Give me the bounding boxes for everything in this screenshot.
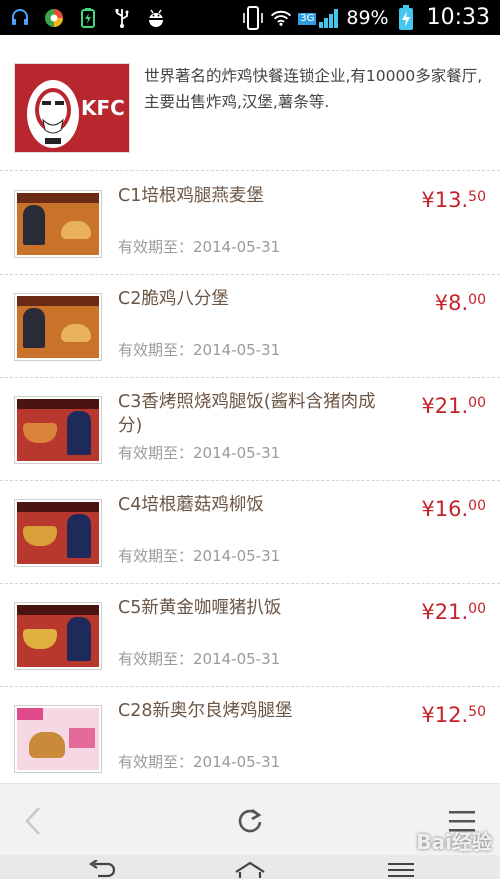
coupon-price: ¥8.00 [434, 291, 486, 315]
coupon-valid-date: 有效期至：2014-05-31 [118, 444, 281, 462]
coupon-valid-date: 有效期至：2014-05-31 [118, 238, 281, 256]
coupon-thumbnail [14, 396, 102, 464]
coupon-title: C3香烤照烧鸡腿饭(酱料含猪肉成分) [118, 392, 376, 436]
coupon-list: C1培根鸡腿燕麦堡 有效期至：2014-05-31 ¥13.50 C2脆鸡八分堡… [0, 172, 500, 790]
return-arrow-icon [89, 860, 116, 878]
coupon-title: C4培根蘑菇鸡柳饭 [118, 495, 264, 515]
store-header: KFC 世界著名的炸鸡快餐连锁企业,有10000多家餐厅,主要出售炸鸡,汉堡,薯… [0, 35, 500, 171]
kfc-logo: KFC [14, 63, 130, 153]
coupon-valid-date: 有效期至：2014-05-31 [118, 650, 281, 668]
coupon-valid-date: 有效期至：2014-05-31 [118, 547, 281, 565]
battery-percent: 89% [346, 6, 389, 29]
coupon-price: ¥13.50 [421, 188, 486, 212]
coupon-item[interactable]: C3香烤照烧鸡腿饭(酱料含猪肉成分) 有效期至：2014-05-31 ¥21.0… [0, 378, 500, 481]
system-home-button[interactable] [233, 859, 267, 879]
coupon-thumbnail [14, 499, 102, 567]
coupon-thumbnail [14, 602, 102, 670]
status-bar: 3G 89% 10:33 [0, 0, 500, 35]
battery-saver-icon [77, 7, 99, 29]
system-navigation-bar [0, 855, 500, 879]
refresh-button[interactable] [233, 804, 267, 838]
back-button[interactable] [16, 804, 50, 838]
coupon-item[interactable]: C4培根蘑菇鸡柳饭 有效期至：2014-05-31 ¥16.00 [0, 481, 500, 584]
system-back-button[interactable] [84, 859, 118, 879]
store-description: 世界著名的炸鸡快餐连锁企业,有10000多家餐厅,主要出售炸鸡,汉堡,薯条等. [144, 67, 483, 111]
usb-icon [111, 7, 133, 29]
coupon-price: ¥12.50 [421, 703, 486, 727]
coupon-title: C2脆鸡八分堡 [118, 289, 229, 309]
coupon-item[interactable]: C28新奥尔良烤鸡腿堡 有效期至：2014-05-31 ¥12.50 [0, 687, 500, 790]
system-menu-button[interactable] [384, 859, 418, 879]
coupon-valid-date: 有效期至：2014-05-31 [118, 753, 281, 771]
coupon-price: ¥21.00 [421, 394, 486, 418]
coupon-item[interactable]: C1培根鸡腿燕麦堡 有效期至：2014-05-31 ¥13.50 [0, 172, 500, 275]
mobile-signal-icon [319, 8, 339, 28]
menu-lines-icon [388, 863, 414, 877]
battery-charging-icon [395, 4, 417, 30]
wifi-icon [270, 7, 292, 29]
baidu-jingyan-watermark: Bai经验 [416, 830, 492, 854]
android-debug-icon [145, 7, 167, 29]
coupon-item[interactable]: C2脆鸡八分堡 有效期至：2014-05-31 ¥8.00 [0, 275, 500, 378]
coupon-valid-date: 有效期至：2014-05-31 [118, 341, 281, 359]
vibrate-icon [242, 5, 264, 30]
coupon-title: C28新奥尔良烤鸡腿堡 [118, 701, 293, 721]
coupon-thumbnail [14, 293, 102, 361]
browser-app-icon [43, 7, 65, 29]
coupon-thumbnail [14, 190, 102, 258]
coupon-price: ¥16.00 [421, 497, 486, 521]
coupon-thumbnail [14, 705, 102, 773]
network-type-badge: 3G [298, 7, 340, 29]
chevron-left-icon [25, 807, 40, 835]
home-icon [235, 861, 265, 878]
coupon-item[interactable]: C5新黄金咖喱猪扒饭 有效期至：2014-05-31 ¥21.00 [0, 584, 500, 687]
status-clock: 10:33 [426, 5, 490, 30]
coupon-title: C5新黄金咖喱猪扒饭 [118, 598, 282, 618]
coupon-price: ¥21.00 [421, 600, 486, 624]
kfc-logo-text: KFC [81, 96, 125, 120]
headset-icon [9, 7, 31, 29]
refresh-icon [238, 808, 262, 833]
coupon-title: C1培根鸡腿燕麦堡 [118, 186, 264, 206]
